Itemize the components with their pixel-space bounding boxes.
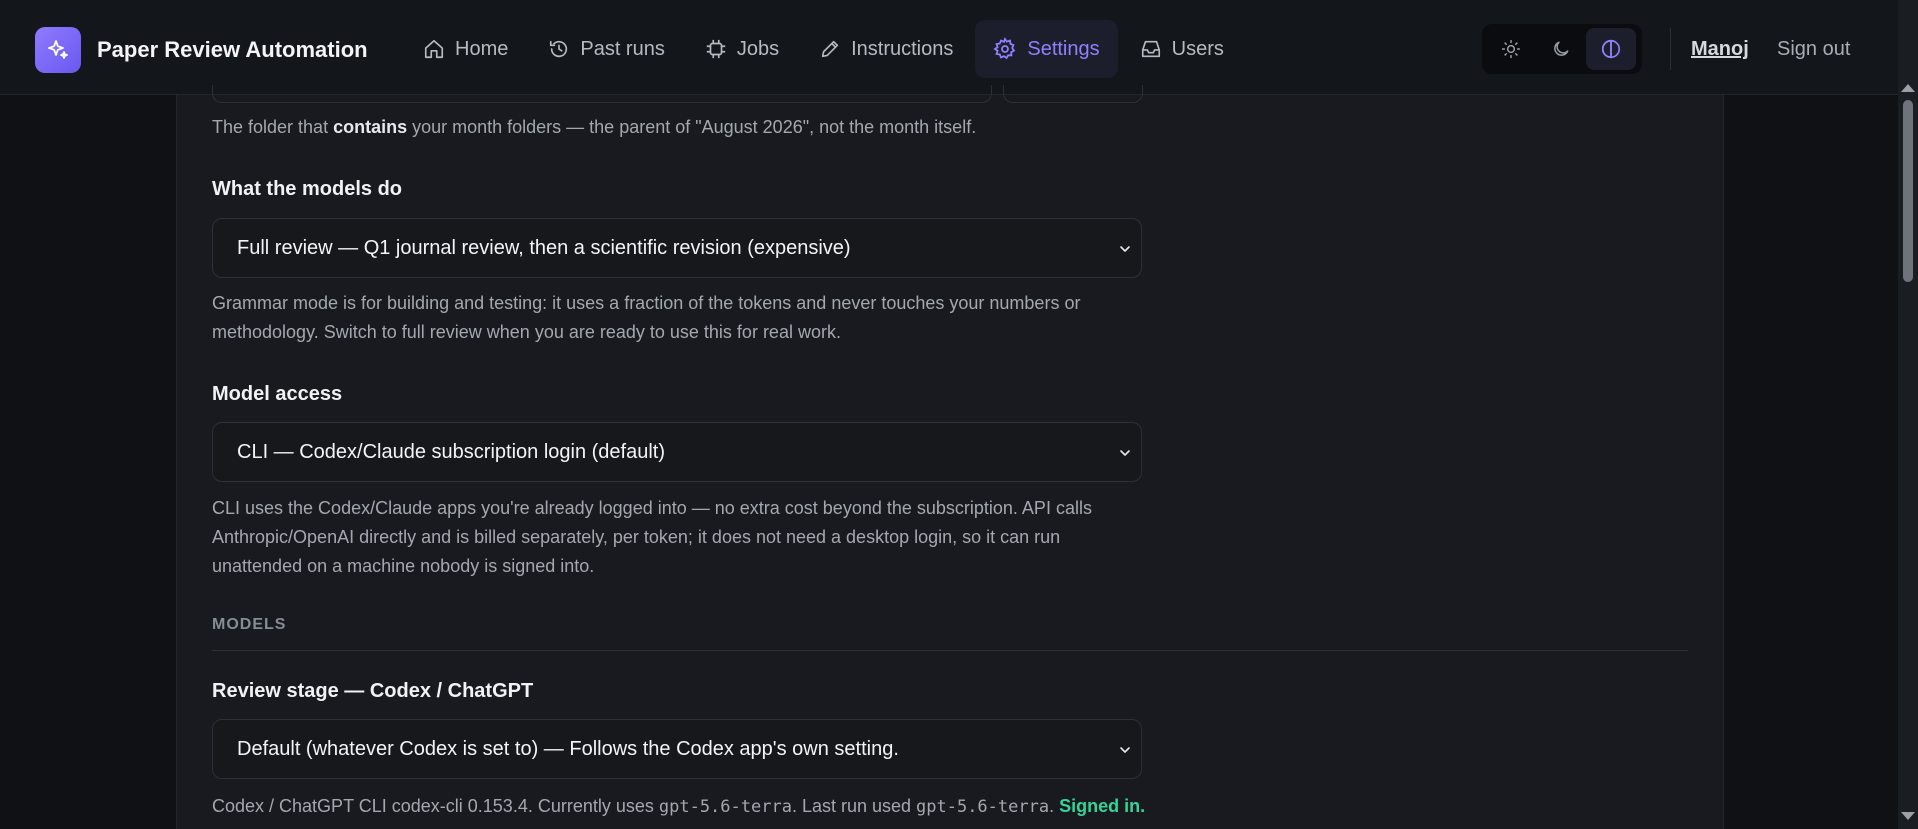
nav-item-label: Home (455, 37, 509, 60)
user-name-link[interactable]: Manoj (1691, 38, 1749, 61)
scroll-down-arrow-icon[interactable] (1901, 812, 1915, 820)
scrollbar-thumb[interactable] (1903, 100, 1913, 282)
nav-item-home[interactable]: Home (405, 20, 526, 78)
chevron-down-icon (1120, 450, 1130, 456)
review-stage-value: Default (whatever Codex is set to) — Fol… (237, 737, 899, 760)
model-access-label: Model access (212, 383, 343, 405)
home-icon (424, 39, 444, 59)
model-access-value: CLI — Codex/Claude subscription login (d… (237, 440, 665, 463)
nav-item-past-runs[interactable]: Past runs (530, 20, 682, 78)
theme-light-button[interactable] (1486, 28, 1536, 70)
header-divider (1670, 28, 1671, 70)
last-model-code: gpt-5.6-terra (916, 797, 1050, 817)
signin-status: Signed in. (1059, 796, 1146, 816)
chip-icon (706, 39, 726, 59)
nav-item-users[interactable]: Users (1122, 20, 1242, 78)
model-access-help: CLI uses the Codex/Claude apps you're al… (212, 498, 1092, 576)
inbox-icon (1141, 40, 1160, 58)
nav-item-label: Instructions (851, 37, 954, 60)
nav-item-label: Jobs (736, 37, 780, 60)
review-stage-help: Codex / ChatGPT CLI codex-cli 0.153.4. C… (212, 796, 1146, 817)
folder-path-input[interactable] (212, 85, 992, 103)
chevron-down-icon (1120, 246, 1130, 252)
nav-item-label: Settings (1027, 37, 1100, 60)
main-nav: Home Past runs Jobs Instructions Setting… (405, 20, 1246, 78)
nav-item-label: Past runs (580, 37, 665, 60)
nav-item-label: Users (1171, 37, 1224, 60)
models-section-heading: MODELS (212, 616, 287, 633)
pen-icon (821, 40, 839, 58)
models-do-label: What the models do (212, 178, 402, 200)
contrast-icon (1601, 39, 1621, 59)
theme-switcher (1482, 24, 1642, 74)
models-do-help: Grammar mode is for building and testing… (212, 293, 1081, 342)
model-access-select[interactable]: CLI — Codex/Claude subscription login (d… (212, 422, 1142, 482)
top-navigation-bar: Paper Review Automation Home Past runs J… (0, 0, 1898, 95)
folder-help-text: The folder that contains your month fold… (212, 117, 977, 137)
app-title[interactable]: Paper Review Automation (97, 37, 368, 63)
scroll-up-arrow-icon[interactable] (1901, 84, 1915, 92)
theme-dark-button[interactable] (1536, 28, 1586, 70)
history-icon (550, 40, 568, 58)
review-mode-value: Full review — Q1 journal review, then a … (237, 236, 851, 259)
sun-icon (1501, 39, 1521, 59)
sign-out-button[interactable]: Sign out (1777, 38, 1850, 61)
theme-system-button[interactable] (1586, 28, 1636, 70)
sparkles-icon[interactable] (35, 27, 81, 73)
nav-item-jobs[interactable]: Jobs (687, 20, 797, 78)
nav-item-settings[interactable]: Settings (975, 20, 1118, 78)
current-model-code: gpt-5.6-terra (658, 797, 792, 817)
section-divider (212, 650, 1688, 651)
browse-folder-button[interactable] (1003, 85, 1143, 103)
review-stage-model-select[interactable]: Default (whatever Codex is set to) — Fol… (212, 719, 1142, 779)
nav-item-instructions[interactable]: Instructions (801, 20, 971, 78)
moon-icon (1554, 41, 1569, 56)
gear-icon (993, 37, 1016, 60)
review-stage-label: Review stage — Codex / ChatGPT (212, 680, 534, 702)
chevron-down-icon (1120, 747, 1130, 753)
review-mode-select[interactable]: Full review — Q1 journal review, then a … (212, 218, 1142, 278)
